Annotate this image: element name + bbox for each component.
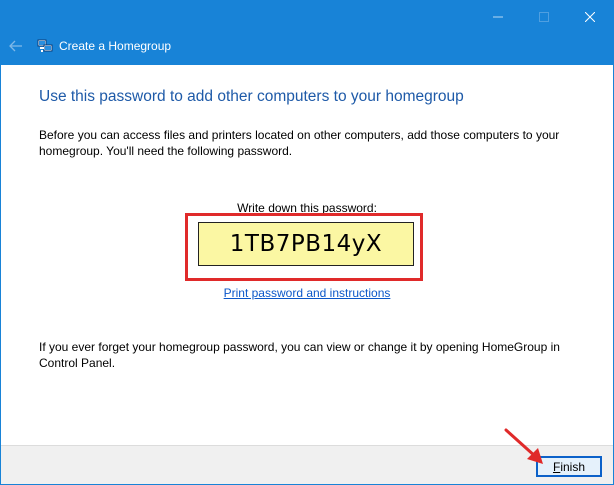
- maximize-button[interactable]: [521, 1, 567, 33]
- intro-text: Before you can access files and printers…: [39, 128, 560, 158]
- close-icon: [585, 12, 595, 22]
- title-bar: Create a Homegroup: [1, 1, 613, 65]
- back-arrow-icon[interactable]: [7, 37, 25, 55]
- page-heading: Use this password to add other computers…: [39, 88, 464, 105]
- window-title: Create a Homegroup: [59, 39, 172, 53]
- homegroup-window: Create a Homegroup Use this password to …: [0, 0, 614, 485]
- print-password-link[interactable]: Print password and instructions: [1, 286, 613, 300]
- password-display: 1TB7PB14yX: [198, 222, 414, 266]
- close-button[interactable]: [567, 1, 613, 33]
- main-content: Use this password to add other computers…: [1, 65, 613, 445]
- finish-button-label: Finish: [553, 460, 585, 474]
- maximize-icon: [539, 12, 549, 22]
- red-arrow-annotation-icon: [504, 428, 543, 464]
- homegroup-icon: [37, 39, 53, 52]
- minimize-icon: [493, 16, 503, 18]
- forget-note: If you ever forget your homegroup passwo…: [39, 340, 560, 370]
- minimize-button[interactable]: [475, 1, 521, 33]
- window-controls: [475, 1, 613, 33]
- finish-label-rest: inish: [560, 459, 586, 474]
